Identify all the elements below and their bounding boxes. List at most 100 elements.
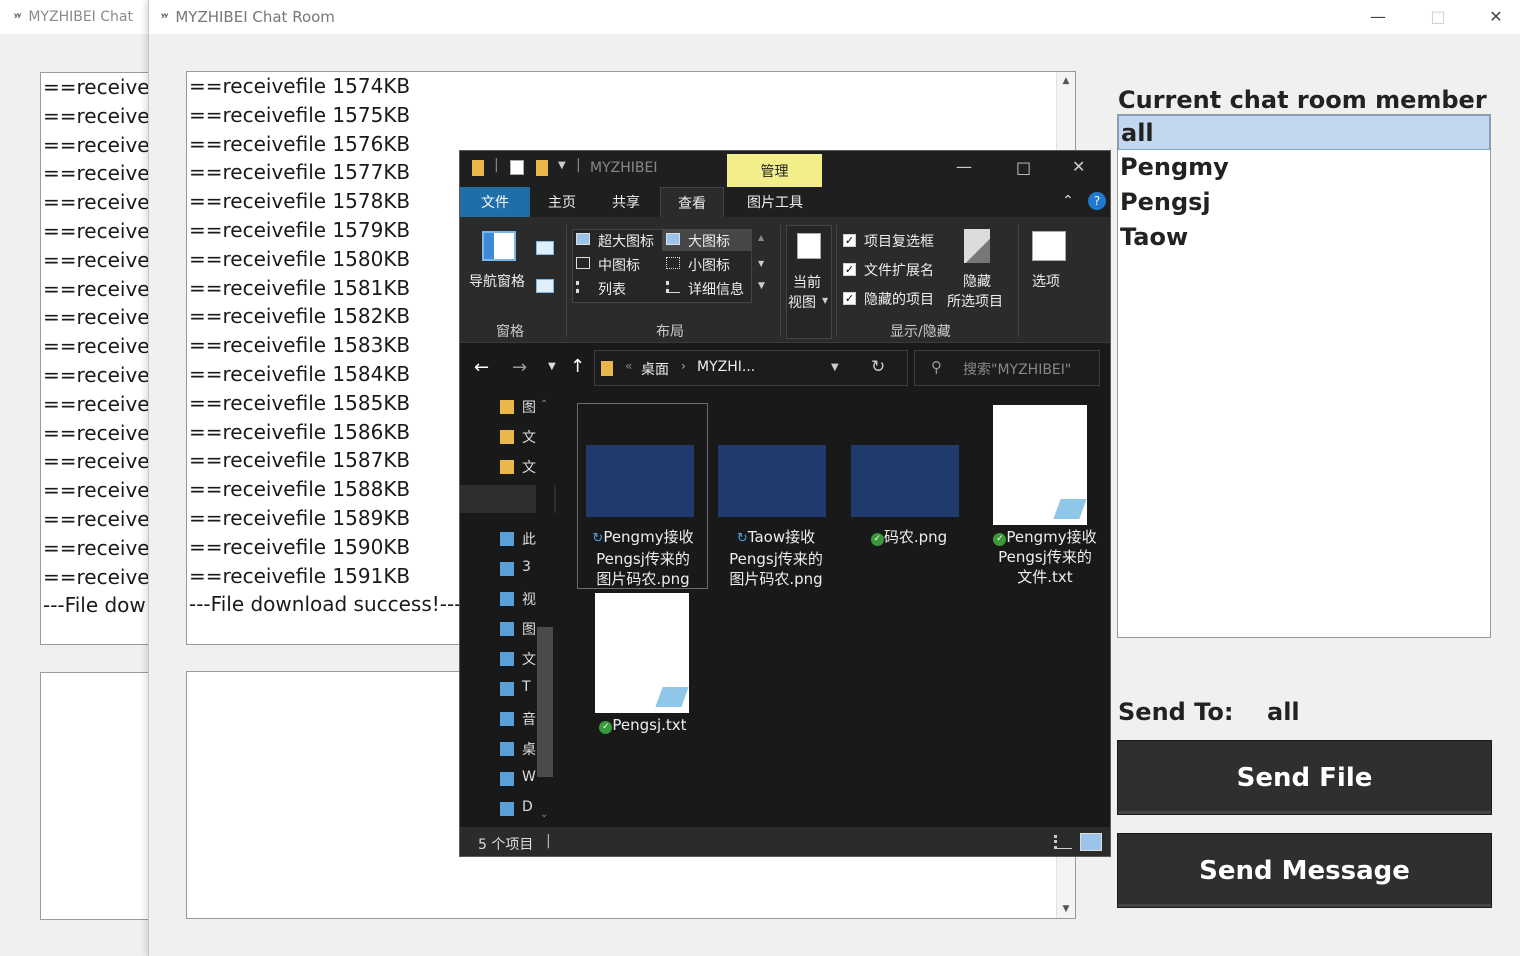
send-message-button[interactable]: Send Message: [1117, 833, 1492, 908]
explorer-minimize-button[interactable]: —: [956, 157, 972, 176]
item-checkboxes-checkbox[interactable]: ✓: [843, 234, 856, 247]
back-icon[interactable]: ←: [474, 357, 489, 378]
collapse-ribbon-icon[interactable]: ⌃: [1062, 193, 1074, 209]
nav-item[interactable]: 音: [522, 709, 536, 729]
tab-share[interactable]: 共享: [594, 187, 658, 217]
nav-item-icon: [500, 532, 514, 546]
member-item-pengmy[interactable]: Pengmy: [1118, 150, 1490, 185]
options-button[interactable]: 选项: [1032, 271, 1060, 291]
file-tile[interactable]: ✓ Pengmy接收 Pengsj传来的 文件.txt: [980, 527, 1110, 587]
explorer-close-button[interactable]: ✕: [1072, 157, 1085, 176]
nav-scroll-thumb[interactable]: [537, 627, 553, 777]
file-view[interactable]: ↻Pengmy接收 Pengsj传来的 图片码农.png ↻Taow接收 Pen…: [556, 395, 1110, 827]
nav-item[interactable]: 3: [522, 559, 531, 575]
breadcrumb-desktop[interactable]: 桌面: [641, 359, 669, 379]
navigation-pane-button[interactable]: 导航窗格: [469, 271, 525, 291]
file-extensions-checkbox[interactable]: ✓: [843, 263, 856, 276]
forward-icon[interactable]: →: [512, 357, 527, 378]
nav-item[interactable]: 图: [522, 397, 536, 417]
search-box[interactable]: ⚲ 搜索"MYZHIBEI": [914, 350, 1100, 386]
navigation-pane-scrollbar[interactable]: ⌃ ⌄: [536, 395, 554, 827]
gallery-more-icon[interactable]: ▼: [758, 281, 765, 291]
nav-item[interactable]: W: [522, 769, 536, 785]
nav-item[interactable]: 文: [522, 427, 536, 447]
main-window-title: MYZHIBEI Chat Room: [175, 8, 335, 26]
help-icon[interactable]: ?: [1088, 192, 1106, 210]
hidden-items-checkbox[interactable]: ✓: [843, 292, 856, 305]
tab-file[interactable]: 文件: [460, 187, 530, 217]
nav-item[interactable]: 图: [522, 619, 536, 639]
file-tile[interactable]: ✓ Pengsj.txt: [578, 715, 708, 735]
small-icons-icon: [666, 257, 680, 269]
refresh-icon[interactable]: ↻: [871, 357, 885, 377]
scroll-down-icon[interactable]: ▼: [1057, 900, 1075, 918]
gallery-scroll-down-icon[interactable]: ▼: [758, 259, 764, 268]
details-view-icon[interactable]: [1054, 835, 1072, 849]
nav-item[interactable]: 文: [522, 649, 536, 669]
nav-item[interactable]: 文: [522, 457, 536, 477]
navigation-pane-icon[interactable]: [482, 231, 516, 261]
details-pane-icon[interactable]: [536, 279, 554, 293]
scroll-up-icon[interactable]: ▲: [1057, 72, 1075, 90]
member-list[interactable]: all Pengmy Pengsj Taow: [1117, 114, 1491, 638]
properties-icon[interactable]: [510, 160, 524, 175]
tab-view[interactable]: 查看: [660, 187, 724, 217]
background-log-line: ==receive: [43, 247, 150, 272]
sync-ok-icon: ✓: [870, 533, 884, 546]
text-file-thumbnail: [993, 405, 1087, 525]
layout-details[interactable]: 详细信息: [688, 279, 744, 299]
background-message-input[interactable]: [40, 672, 160, 920]
tab-home[interactable]: 主页: [530, 187, 594, 217]
options-icon: [1032, 231, 1066, 261]
layout-list[interactable]: 列表: [598, 279, 626, 299]
layout-small-icons[interactable]: 小图标: [688, 255, 730, 275]
layout-large-icons[interactable]: 大图标: [688, 231, 730, 251]
tab-manage[interactable]: 管理: [727, 154, 822, 187]
explorer-maximize-button[interactable]: □: [1016, 158, 1031, 177]
large-icons-view-icon[interactable]: [1080, 833, 1102, 851]
explorer-titlebar[interactable]: | ▼ | MYZHIBEI 管理 — □ ✕: [460, 151, 1110, 187]
nav-item[interactable]: D: [522, 799, 533, 815]
tab-picture-tools[interactable]: 图片工具: [728, 187, 822, 217]
recent-locations-icon[interactable]: ▼: [548, 361, 556, 372]
current-view-dropdown-icon[interactable]: ▼: [822, 296, 828, 305]
background-chat-window[interactable]: ʸʸ MYZHIBEI Chat ==receive ==receive ==rec…: [0, 0, 160, 956]
maximize-button[interactable]: □: [1409, 0, 1467, 32]
explorer-title: MYZHIBEI: [590, 160, 658, 176]
gallery-scroll-up-icon[interactable]: ▲: [758, 233, 764, 242]
preview-pane-icon[interactable]: [536, 241, 554, 255]
notepad-icon: [1053, 499, 1087, 519]
layout-medium-icons[interactable]: 中图标: [598, 255, 640, 275]
file-explorer-window[interactable]: | ▼ | MYZHIBEI 管理 — □ ✕ 文件 主页 共享 查看 图片工具…: [459, 150, 1111, 857]
send-file-button[interactable]: Send File: [1117, 740, 1492, 815]
nav-item[interactable]: 桌: [522, 739, 536, 759]
file-tile[interactable]: ↻Taow接收 Pengsj传来的 图片码农.png: [711, 527, 841, 589]
address-dropdown-icon[interactable]: ▼: [831, 362, 839, 373]
background-log-line: ==receive: [43, 276, 150, 301]
hide-selected-label-2[interactable]: 所选项目: [947, 291, 1003, 311]
background-window-titlebar[interactable]: ʸʸ MYZHIBEI Chat: [0, 0, 159, 34]
nav-item[interactable]: 视: [522, 589, 536, 609]
layout-extra-large-icons[interactable]: 超大图标: [598, 231, 654, 251]
up-icon[interactable]: ↑: [570, 356, 585, 377]
nav-item[interactable]: T: [522, 679, 531, 695]
main-window-titlebar[interactable]: ʸʸ MYZHIBEI Chat Room: [149, 0, 1520, 34]
file-tile[interactable]: ↻Pengmy接收 Pengsj传来的 图片码农.png: [578, 527, 708, 589]
file-tile[interactable]: ✓ 码农.png: [844, 527, 974, 547]
close-button[interactable]: ✕: [1467, 0, 1520, 32]
minimize-button[interactable]: —: [1349, 0, 1407, 32]
background-message-log[interactable]: ==receive ==receive ==receive ==receive ==re…: [40, 72, 160, 645]
nav-scroll-up-icon[interactable]: ⌃: [540, 399, 548, 410]
nav-scroll-down-icon[interactable]: ⌄: [540, 809, 548, 820]
app-icon: ʸʸ: [161, 11, 168, 23]
member-item-all[interactable]: all: [1118, 115, 1490, 150]
navigation-pane[interactable]: 图文文桌此电3视图文T音桌WD ⌃ ⌄: [460, 395, 556, 827]
new-folder-icon[interactable]: [536, 160, 548, 176]
hide-selected-label-1[interactable]: 隐藏: [963, 271, 991, 291]
breadcrumb-myzhibei[interactable]: MYZHI...: [697, 359, 755, 375]
member-list-title: Current chat room member: [1118, 86, 1487, 114]
member-item-pengsj[interactable]: Pengsj: [1118, 185, 1490, 220]
quick-access-dropdown-icon[interactable]: ▼: [558, 160, 566, 171]
address-bar[interactable]: « 桌面 › MYZHI... ▼ ↻: [594, 350, 908, 386]
member-item-taow[interactable]: Taow: [1118, 220, 1490, 255]
